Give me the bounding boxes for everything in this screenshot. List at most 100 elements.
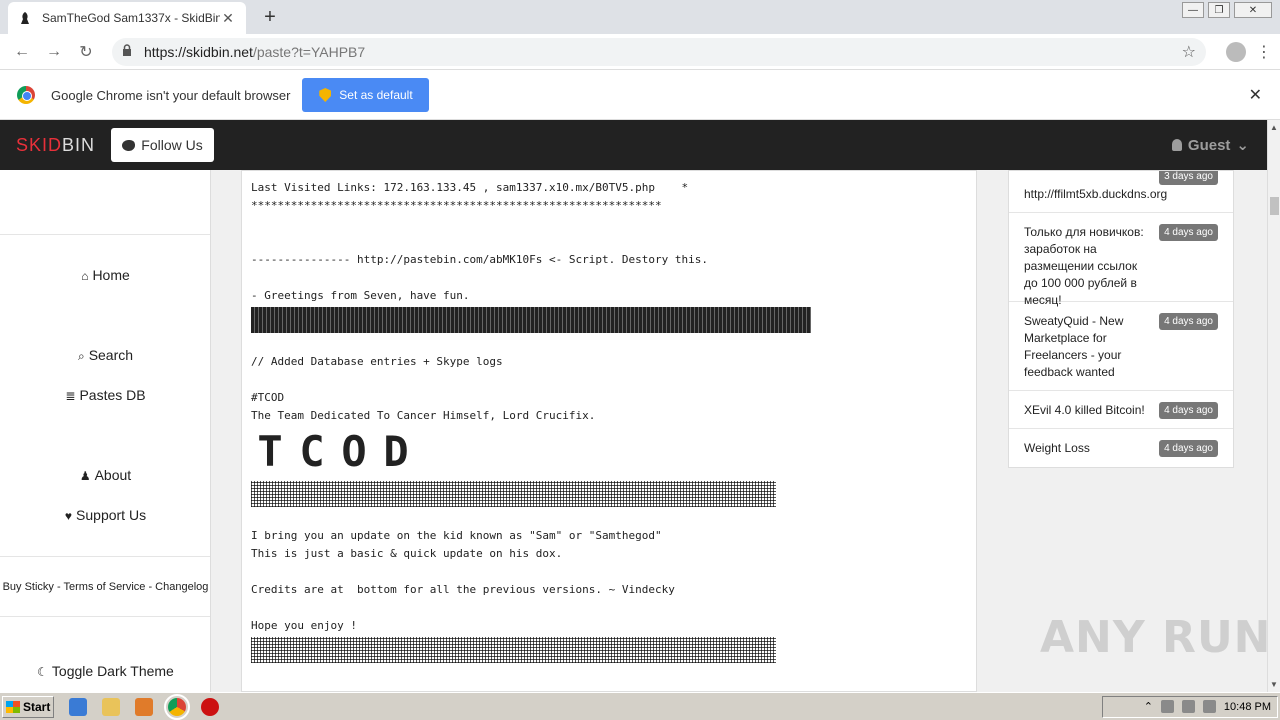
time-badge: 4 days ago [1159, 440, 1218, 457]
heart-icon: ♥ [64, 509, 73, 523]
paste-line: Credits are at bottom for all the previo… [251, 583, 675, 596]
paste-content: Last Visited Links: 172.163.133.45 , sam… [241, 170, 977, 692]
sidebar-divider [0, 234, 210, 235]
browser-toolbar: ← → ↻ https://skidbin.net/paste?t=YAHPB7… [0, 34, 1280, 70]
guest-menu[interactable]: Guest ⌄ [1171, 136, 1249, 154]
flag-icon[interactable] [1202, 700, 1216, 713]
paste-line: The Team Dedicated To Cancer Himself, Lo… [251, 409, 596, 422]
database-icon: ≣ [65, 389, 76, 403]
paste-text: Last Visited Links: 172.163.133.45 , sam… [251, 179, 971, 665]
skidbin-favicon-icon [18, 11, 32, 25]
follow-us-button[interactable]: Follow Us [111, 128, 215, 162]
paste-line: Hope you enjoy ! [251, 619, 357, 632]
clock: 10:48 PM [1223, 700, 1271, 713]
set-default-button[interactable]: Set as default [302, 78, 430, 112]
site-navbar: SKIDBIN Follow Us Guest ⌄ [0, 120, 1267, 170]
user-icon [1171, 139, 1182, 151]
recent-paste-item[interactable]: 3 days ago http://ffilmt5xb.duckdns.org [1009, 171, 1233, 213]
windows-logo-icon [6, 700, 20, 713]
infobar-close-icon[interactable]: ✕ [1249, 85, 1262, 105]
sidebar-item-home[interactable]: ⌂ Home [0, 267, 211, 283]
scroll-thumb[interactable] [1270, 197, 1279, 215]
bookmark-star-icon[interactable]: ☆ [1182, 42, 1196, 62]
tray-expand-icon[interactable]: ⌃ [1144, 700, 1153, 713]
system-tray: ⌃ 10:48 PM [1102, 695, 1278, 718]
sidebar: ⌂ Home ⌕ Search ≣ Pastes DB ♟ About ♥ Support… [0, 170, 211, 692]
new-tab-icon[interactable]: + [258, 6, 282, 29]
ascii-shade-bar [251, 481, 776, 507]
menu-dots-icon[interactable]: ⋮ [1256, 42, 1272, 62]
moon-icon: ☾ [37, 665, 48, 679]
default-browser-infobar: Google Chrome isn't your default browser… [0, 71, 1280, 120]
paste-line: This is just a basic & quick update on h… [251, 547, 563, 560]
chevron-down-icon: ⌄ [1236, 137, 1249, 154]
scroll-down-icon[interactable]: ▼ [1270, 680, 1278, 689]
sidebar-item-pastes-db[interactable]: ≣ Pastes DB [0, 387, 211, 403]
sidebar-item-support[interactable]: ♥ Support Us [0, 507, 211, 523]
paste-line: --------------- http://pastebin.com/abMK… [251, 253, 708, 266]
browser-tab[interactable]: SamTheGod Sam1337x - SkidBin ✕ [8, 2, 246, 34]
recent-paste-item[interactable]: 4 days ago Только для новичков: заработо… [1009, 213, 1233, 307]
window-close-icon[interactable]: ✕ [1234, 2, 1272, 18]
profile-avatar-icon[interactable] [1226, 41, 1246, 62]
tcod-letter: C [299, 427, 324, 476]
tcod-letter: T [257, 427, 282, 476]
time-badge: 4 days ago [1159, 224, 1218, 241]
time-badge: 3 days ago [1159, 171, 1218, 185]
address-bar[interactable]: https://skidbin.net/paste?t=YAHPB7 ☆ [112, 37, 1206, 66]
person-icon: ♟ [79, 469, 91, 483]
sidebar-item-about[interactable]: ♟ About [0, 467, 211, 483]
sidebar-item-label: About [94, 467, 132, 483]
footer-links[interactable]: Buy Sticky - Terms of Service - Changelo… [0, 581, 211, 593]
lock-icon [122, 44, 136, 59]
alert-icon[interactable] [201, 697, 219, 716]
chrome-logo-icon [17, 86, 35, 104]
tab-strip: SamTheGod Sam1337x - SkidBin ✕ + — ❐ ✕ [0, 0, 1280, 34]
explorer-icon[interactable] [102, 697, 120, 716]
scroll-up-icon[interactable]: ▲ [1270, 123, 1278, 132]
ie-icon[interactable] [69, 697, 87, 716]
infobar-message: Google Chrome isn't your default browser [51, 87, 291, 103]
paste-line: #TCOD [251, 391, 285, 404]
sidebar-item-label: Search [88, 347, 134, 363]
home-icon: ⌂ [81, 269, 89, 283]
forward-icon[interactable]: → [38, 43, 70, 61]
tcod-letter: O [341, 427, 366, 476]
chrome-taskbar-icon[interactable] [164, 693, 190, 720]
tab-close-icon[interactable]: ✕ [220, 10, 236, 27]
paste-line: I bring you an update on the kid known a… [251, 529, 662, 542]
page-scrollbar[interactable]: ▲ ▼ [1267, 120, 1280, 692]
sidebar-item-search[interactable]: ⌕ Search [0, 347, 211, 364]
recent-paste-title: Weight Loss [1024, 441, 1090, 455]
windows-taskbar: Start ⌃ 10:48 PM [0, 692, 1280, 720]
media-player-icon[interactable] [135, 697, 153, 716]
restore-icon[interactable]: ❐ [1208, 2, 1230, 18]
paste-line: ****************************************… [251, 199, 662, 212]
paste-line: // Added Database entries + Skype logs [251, 355, 503, 368]
minimize-icon[interactable]: — [1182, 2, 1204, 18]
twitter-icon [122, 139, 136, 151]
recent-paste-item[interactable]: 4 days ago SweatyQuid - New Marketplace … [1009, 302, 1233, 391]
url-host: https://skidbin.net [144, 43, 253, 60]
guest-label: Guest [1187, 136, 1231, 154]
recent-paste-title: SweatyQuid - New Marketplace for Freelan… [1024, 314, 1124, 379]
recent-paste-item[interactable]: 4 days ago XEvil 4.0 killed Bitcoin! [1009, 391, 1233, 429]
volume-icon[interactable] [1181, 700, 1195, 713]
back-icon[interactable]: ← [6, 43, 38, 61]
site-brand[interactable]: SKIDBIN [16, 135, 95, 156]
paste-line: Last Visited Links: 172.163.133.45 , sam… [251, 181, 689, 194]
sidebar-item-label: Toggle Dark Theme [51, 663, 174, 679]
reload-icon[interactable]: ↻ [70, 42, 102, 62]
start-button[interactable]: Start [2, 695, 54, 718]
recent-paste-item[interactable]: 4 days ago Weight Loss [1009, 429, 1233, 467]
paste-line: - Greetings from Seven, have fun. [251, 289, 470, 302]
url-path: /paste?t=YAHPB7 [252, 43, 366, 60]
network-icon[interactable] [1160, 700, 1174, 713]
sidebar-item-label: Pastes DB [79, 387, 146, 403]
recent-paste-title: http://ffilmt5xb.duckdns.org [1024, 187, 1168, 201]
web-page: SKIDBIN Follow Us Guest ⌄ ⌂ Home ⌕ Search … [0, 120, 1267, 692]
toggle-dark-theme[interactable]: ☾ Toggle Dark Theme [0, 663, 211, 679]
anyrun-watermark: ANY RUN [1040, 612, 1272, 663]
recent-paste-title: Только для новичков: заработок на размещ… [1024, 225, 1144, 307]
time-badge: 4 days ago [1159, 402, 1218, 419]
